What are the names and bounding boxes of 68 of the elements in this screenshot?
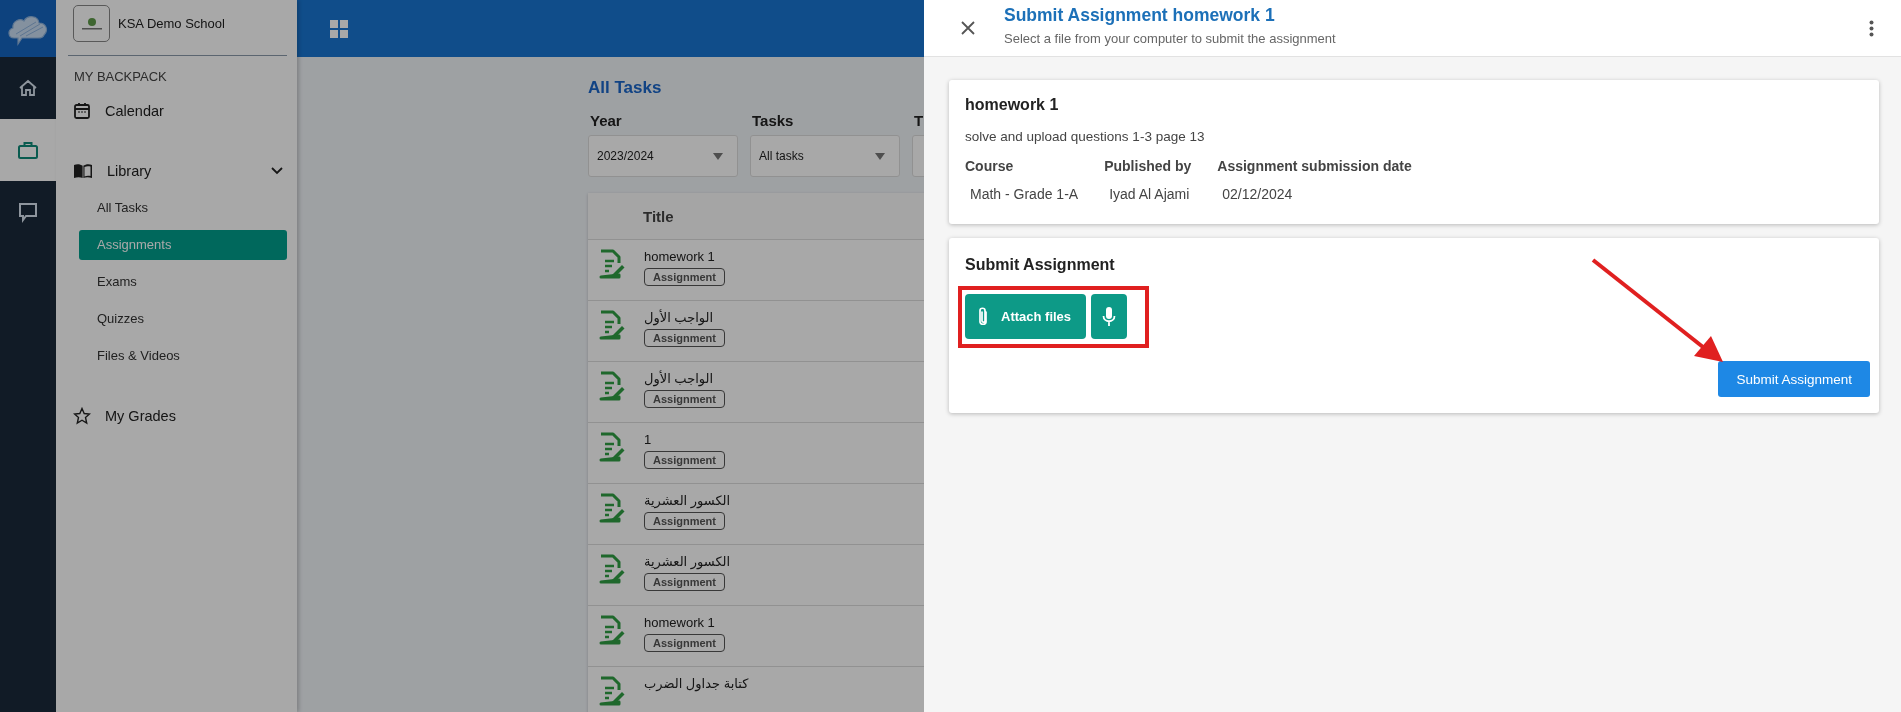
chat-icon: [17, 201, 39, 223]
attach-files-button[interactable]: Attach files: [965, 294, 1087, 339]
type-tag: Assignment: [644, 329, 725, 347]
field-value: 02/12/2024: [1221, 186, 1294, 202]
document-edit-icon: [599, 676, 625, 706]
field-label: Published by: [1104, 158, 1192, 174]
document-edit-icon: [599, 493, 625, 523]
assignment-description: solve and upload questions 1-3 page 13: [965, 129, 1206, 144]
filter-label: Year: [589, 112, 623, 129]
document-edit-icon: [599, 310, 625, 340]
star-icon: [73, 407, 91, 425]
sidebar-subitem[interactable]: All Tasks: [79, 193, 287, 223]
filter-label: Tasks: [751, 112, 795, 129]
submit-heading: Submit Assignment: [965, 256, 1116, 274]
type-tag: Assignment: [644, 390, 725, 408]
document-edit-icon: [599, 554, 625, 584]
field-label: Assignment submission date: [1217, 158, 1412, 174]
home-icon: [18, 78, 38, 98]
close-icon[interactable]: [961, 21, 975, 35]
sidebar-item[interactable]: My Grades: [73, 397, 287, 435]
briefcase-icon: [17, 140, 39, 160]
task-title: homework 1: [644, 615, 715, 630]
page-title: All Tasks: [588, 78, 663, 98]
document-edit-icon: [599, 615, 625, 645]
type-tag: Assignment: [644, 634, 725, 652]
record-audio-button[interactable]: [1091, 294, 1128, 339]
filter-label: T: [913, 112, 924, 129]
task-title: 1: [644, 432, 652, 447]
dropdown[interactable]: All tasks: [750, 135, 900, 177]
field-value: Math - Grade 1-A: [969, 186, 1079, 202]
calendar-icon: [73, 102, 91, 120]
sidebar-subitem[interactable]: Quizzes: [79, 304, 287, 334]
sidebar-subitem[interactable]: Files & Videos: [79, 341, 287, 371]
type-tag: Assignment: [644, 512, 725, 530]
dropdown-arrow-icon: [713, 152, 723, 160]
school-name: KSA Demo School: [118, 16, 225, 31]
book-icon: [73, 163, 93, 179]
document-edit-icon: [599, 432, 625, 462]
paperclip-icon: [977, 305, 989, 328]
task-title: الواجب الأول: [644, 371, 714, 386]
sidebar-item[interactable]: Calendar: [73, 92, 287, 130]
assignment-name: homework 1: [965, 96, 1060, 114]
document-edit-icon: [599, 371, 625, 401]
type-tag: Assignment: [644, 573, 725, 591]
dropdown-arrow-icon: [875, 152, 885, 160]
field-value: Iyad Al Ajami: [1108, 186, 1191, 202]
task-title: كتابة جداول الضرب: [644, 676, 749, 691]
type-tag: Assignment: [644, 451, 725, 469]
task-title: الكسور العشرية: [644, 493, 731, 508]
microphone-icon: [1102, 305, 1117, 328]
dropdown[interactable]: 2023/2024: [588, 135, 738, 177]
task-title: الواجب الأول: [644, 310, 714, 325]
submit-assignment-button[interactable]: Submit Assignment: [1718, 361, 1870, 397]
task-title: الكسور العشرية: [644, 554, 731, 569]
column-header: Title: [643, 207, 674, 225]
field-label: Course: [965, 158, 1015, 174]
school-logo: [73, 5, 110, 42]
sidebar-subitem[interactable]: Exams: [79, 267, 287, 297]
document-edit-icon: [599, 249, 625, 279]
type-tag: Assignment: [644, 268, 725, 286]
drawer-subtitle: Select a file from your computer to submit the assignment: [1004, 30, 1336, 46]
sidebar-item[interactable]: Library: [73, 152, 287, 190]
backdrop[interactable]: [0, 0, 924, 712]
section-label: MY BACKPACK: [74, 69, 168, 84]
grid-icon[interactable]: [330, 19, 348, 38]
drawer-title: Submit Assignment homework 1: [1004, 4, 1276, 26]
more-icon[interactable]: [1869, 19, 1874, 37]
task-title: homework 1: [644, 249, 715, 264]
